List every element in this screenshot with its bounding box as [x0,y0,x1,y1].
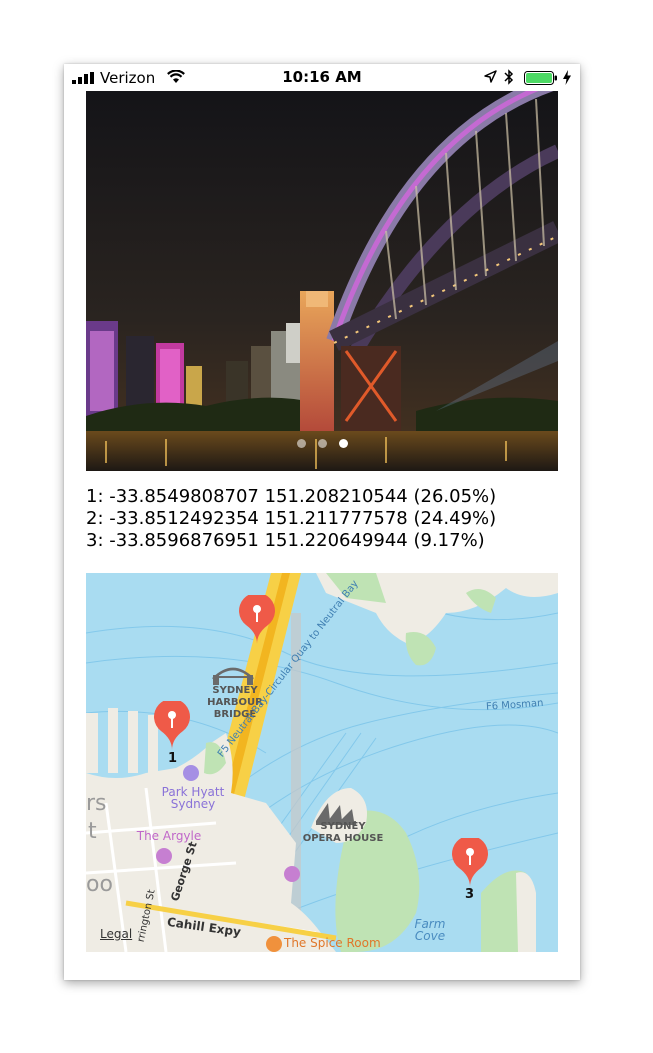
result-line-2: 2: -33.8512492354 151.211777578 (24.49%) [86,508,497,529]
location-results: 1: -33.8549808707 151.208210544 (26.05%)… [86,486,496,552]
page-indicator[interactable] [86,439,558,448]
page-dot-active[interactable] [338,439,348,448]
result-line-1: 1: -33.8549808707 151.208210544 (26.05%) [86,486,497,507]
phone-screen: Verizon 10:16 AM 1: -33.8549808707 151.2… [64,64,580,980]
farm-cove-label: Farm Cove [414,917,446,943]
bar-poi-icon [156,848,172,864]
edge-street-fragment-label: oo [86,872,113,897]
map-pin-3-label: 3 [465,887,475,902]
page-dot[interactable] [317,439,327,448]
park-hyatt-label: Park Hyatt Sydney [161,785,225,811]
page-dot[interactable] [296,439,306,448]
status-bar: Verizon 10:16 AM [64,64,580,92]
map-legal-link[interactable]: Legal [100,927,132,941]
map-pin-3[interactable] [451,838,489,888]
edge-street-fragment-label: t [88,819,97,844]
battery-icon [524,71,557,85]
opera-house-label: SYDNEY OPERA HOUSE [302,821,384,844]
map-pin-1[interactable] [153,701,191,751]
edge-street-fragment-label: rs [86,791,107,816]
status-time: 10:16 AM [282,68,362,86]
result-line-3: 3: -33.8596876951 151.220649944 (9.17%) [86,530,485,551]
location-arrow-icon [484,70,497,83]
theatre-poi-icon [284,866,300,882]
hotel-poi-icon [183,765,199,781]
sydney-harbour-bridge-night-photo [86,91,558,471]
map-pin-1-label: 1 [168,751,178,766]
photo-carousel[interactable] [86,91,558,471]
spice-room-label: The Spice Room [284,936,381,950]
charging-bolt-icon [563,70,571,85]
bluetooth-icon [504,69,514,85]
restaurant-poi-icon [266,936,282,952]
map-view[interactable]: SYDNEY HARBOUR BRIDGE SYDNEY OPERA HOUSE… [86,573,558,952]
map-pin-2[interactable] [238,595,276,645]
